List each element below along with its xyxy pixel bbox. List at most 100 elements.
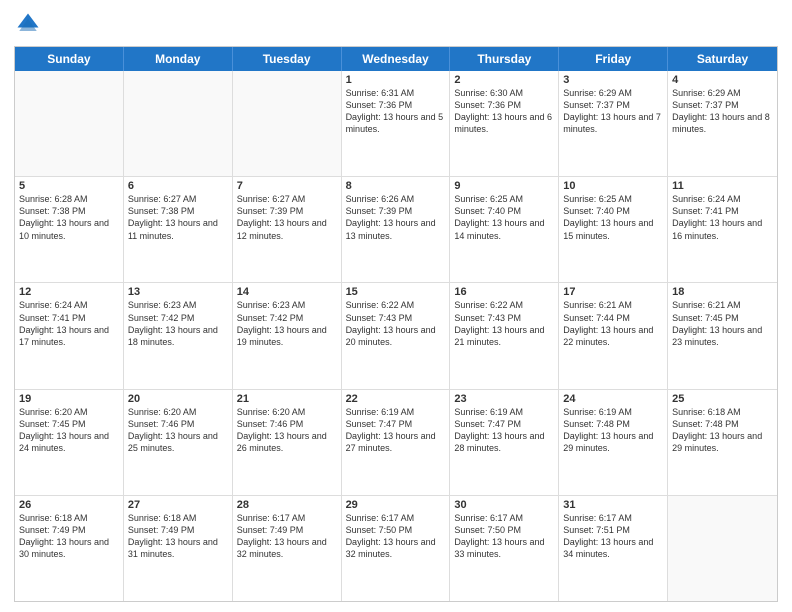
- day-info: Sunrise: 6:27 AM Sunset: 7:39 PM Dayligh…: [237, 193, 337, 242]
- day-info: Sunrise: 6:27 AM Sunset: 7:38 PM Dayligh…: [128, 193, 228, 242]
- day-info: Sunrise: 6:19 AM Sunset: 7:47 PM Dayligh…: [454, 406, 554, 455]
- day-number: 28: [237, 499, 337, 511]
- calendar-header: SundayMondayTuesdayWednesdayThursdayFrid…: [15, 47, 777, 71]
- day-number: 11: [672, 180, 773, 192]
- empty-cell-0-0: [15, 71, 124, 176]
- day-info: Sunrise: 6:18 AM Sunset: 7:49 PM Dayligh…: [19, 512, 119, 561]
- day-cell-12: 12Sunrise: 6:24 AM Sunset: 7:41 PM Dayli…: [15, 283, 124, 388]
- day-number: 24: [563, 393, 663, 405]
- day-cell-9: 9Sunrise: 6:25 AM Sunset: 7:40 PM Daylig…: [450, 177, 559, 282]
- day-cell-20: 20Sunrise: 6:20 AM Sunset: 7:46 PM Dayli…: [124, 390, 233, 495]
- day-cell-25: 25Sunrise: 6:18 AM Sunset: 7:48 PM Dayli…: [668, 390, 777, 495]
- day-number: 15: [346, 286, 446, 298]
- day-cell-26: 26Sunrise: 6:18 AM Sunset: 7:49 PM Dayli…: [15, 496, 124, 601]
- header: [14, 10, 778, 38]
- day-info: Sunrise: 6:24 AM Sunset: 7:41 PM Dayligh…: [672, 193, 773, 242]
- day-cell-7: 7Sunrise: 6:27 AM Sunset: 7:39 PM Daylig…: [233, 177, 342, 282]
- day-info: Sunrise: 6:31 AM Sunset: 7:36 PM Dayligh…: [346, 87, 446, 136]
- header-day-monday: Monday: [124, 47, 233, 71]
- day-info: Sunrise: 6:20 AM Sunset: 7:46 PM Dayligh…: [237, 406, 337, 455]
- header-day-tuesday: Tuesday: [233, 47, 342, 71]
- header-day-saturday: Saturday: [668, 47, 777, 71]
- empty-cell-0-1: [124, 71, 233, 176]
- day-cell-29: 29Sunrise: 6:17 AM Sunset: 7:50 PM Dayli…: [342, 496, 451, 601]
- day-number: 3: [563, 74, 663, 86]
- day-number: 6: [128, 180, 228, 192]
- day-cell-17: 17Sunrise: 6:21 AM Sunset: 7:44 PM Dayli…: [559, 283, 668, 388]
- day-number: 9: [454, 180, 554, 192]
- day-cell-16: 16Sunrise: 6:22 AM Sunset: 7:43 PM Dayli…: [450, 283, 559, 388]
- day-number: 1: [346, 74, 446, 86]
- day-number: 16: [454, 286, 554, 298]
- day-info: Sunrise: 6:28 AM Sunset: 7:38 PM Dayligh…: [19, 193, 119, 242]
- day-number: 19: [19, 393, 119, 405]
- day-number: 7: [237, 180, 337, 192]
- day-cell-11: 11Sunrise: 6:24 AM Sunset: 7:41 PM Dayli…: [668, 177, 777, 282]
- day-number: 29: [346, 499, 446, 511]
- day-number: 21: [237, 393, 337, 405]
- day-info: Sunrise: 6:17 AM Sunset: 7:50 PM Dayligh…: [454, 512, 554, 561]
- day-number: 31: [563, 499, 663, 511]
- day-number: 22: [346, 393, 446, 405]
- day-number: 26: [19, 499, 119, 511]
- day-number: 18: [672, 286, 773, 298]
- day-cell-22: 22Sunrise: 6:19 AM Sunset: 7:47 PM Dayli…: [342, 390, 451, 495]
- day-cell-27: 27Sunrise: 6:18 AM Sunset: 7:49 PM Dayli…: [124, 496, 233, 601]
- day-cell-31: 31Sunrise: 6:17 AM Sunset: 7:51 PM Dayli…: [559, 496, 668, 601]
- day-cell-1: 1Sunrise: 6:31 AM Sunset: 7:36 PM Daylig…: [342, 71, 451, 176]
- day-info: Sunrise: 6:17 AM Sunset: 7:50 PM Dayligh…: [346, 512, 446, 561]
- calendar-body: 1Sunrise: 6:31 AM Sunset: 7:36 PM Daylig…: [15, 71, 777, 601]
- day-cell-14: 14Sunrise: 6:23 AM Sunset: 7:42 PM Dayli…: [233, 283, 342, 388]
- header-day-friday: Friday: [559, 47, 668, 71]
- week-row-1: 5Sunrise: 6:28 AM Sunset: 7:38 PM Daylig…: [15, 177, 777, 283]
- day-cell-5: 5Sunrise: 6:28 AM Sunset: 7:38 PM Daylig…: [15, 177, 124, 282]
- day-number: 4: [672, 74, 773, 86]
- empty-cell-0-2: [233, 71, 342, 176]
- day-number: 5: [19, 180, 119, 192]
- day-info: Sunrise: 6:30 AM Sunset: 7:36 PM Dayligh…: [454, 87, 554, 136]
- day-info: Sunrise: 6:29 AM Sunset: 7:37 PM Dayligh…: [563, 87, 663, 136]
- logo-icon: [14, 10, 42, 38]
- day-info: Sunrise: 6:18 AM Sunset: 7:49 PM Dayligh…: [128, 512, 228, 561]
- day-number: 13: [128, 286, 228, 298]
- day-number: 17: [563, 286, 663, 298]
- day-cell-18: 18Sunrise: 6:21 AM Sunset: 7:45 PM Dayli…: [668, 283, 777, 388]
- day-cell-28: 28Sunrise: 6:17 AM Sunset: 7:49 PM Dayli…: [233, 496, 342, 601]
- day-info: Sunrise: 6:19 AM Sunset: 7:48 PM Dayligh…: [563, 406, 663, 455]
- day-info: Sunrise: 6:19 AM Sunset: 7:47 PM Dayligh…: [346, 406, 446, 455]
- day-cell-6: 6Sunrise: 6:27 AM Sunset: 7:38 PM Daylig…: [124, 177, 233, 282]
- day-cell-8: 8Sunrise: 6:26 AM Sunset: 7:39 PM Daylig…: [342, 177, 451, 282]
- day-info: Sunrise: 6:26 AM Sunset: 7:39 PM Dayligh…: [346, 193, 446, 242]
- day-info: Sunrise: 6:22 AM Sunset: 7:43 PM Dayligh…: [346, 299, 446, 348]
- day-number: 23: [454, 393, 554, 405]
- day-cell-30: 30Sunrise: 6:17 AM Sunset: 7:50 PM Dayli…: [450, 496, 559, 601]
- day-number: 12: [19, 286, 119, 298]
- day-number: 30: [454, 499, 554, 511]
- day-cell-15: 15Sunrise: 6:22 AM Sunset: 7:43 PM Dayli…: [342, 283, 451, 388]
- week-row-3: 19Sunrise: 6:20 AM Sunset: 7:45 PM Dayli…: [15, 390, 777, 496]
- day-info: Sunrise: 6:22 AM Sunset: 7:43 PM Dayligh…: [454, 299, 554, 348]
- day-info: Sunrise: 6:20 AM Sunset: 7:46 PM Dayligh…: [128, 406, 228, 455]
- week-row-0: 1Sunrise: 6:31 AM Sunset: 7:36 PM Daylig…: [15, 71, 777, 177]
- header-day-wednesday: Wednesday: [342, 47, 451, 71]
- header-day-sunday: Sunday: [15, 47, 124, 71]
- day-number: 10: [563, 180, 663, 192]
- day-info: Sunrise: 6:25 AM Sunset: 7:40 PM Dayligh…: [563, 193, 663, 242]
- day-info: Sunrise: 6:18 AM Sunset: 7:48 PM Dayligh…: [672, 406, 773, 455]
- day-number: 14: [237, 286, 337, 298]
- day-info: Sunrise: 6:25 AM Sunset: 7:40 PM Dayligh…: [454, 193, 554, 242]
- calendar: SundayMondayTuesdayWednesdayThursdayFrid…: [14, 46, 778, 602]
- day-info: Sunrise: 6:29 AM Sunset: 7:37 PM Dayligh…: [672, 87, 773, 136]
- day-number: 27: [128, 499, 228, 511]
- page: SundayMondayTuesdayWednesdayThursdayFrid…: [0, 0, 792, 612]
- day-cell-2: 2Sunrise: 6:30 AM Sunset: 7:36 PM Daylig…: [450, 71, 559, 176]
- day-info: Sunrise: 6:17 AM Sunset: 7:51 PM Dayligh…: [563, 512, 663, 561]
- day-info: Sunrise: 6:23 AM Sunset: 7:42 PM Dayligh…: [128, 299, 228, 348]
- day-info: Sunrise: 6:24 AM Sunset: 7:41 PM Dayligh…: [19, 299, 119, 348]
- week-row-4: 26Sunrise: 6:18 AM Sunset: 7:49 PM Dayli…: [15, 496, 777, 601]
- empty-cell-4-6: [668, 496, 777, 601]
- logo: [14, 10, 46, 38]
- day-cell-3: 3Sunrise: 6:29 AM Sunset: 7:37 PM Daylig…: [559, 71, 668, 176]
- day-info: Sunrise: 6:20 AM Sunset: 7:45 PM Dayligh…: [19, 406, 119, 455]
- day-number: 8: [346, 180, 446, 192]
